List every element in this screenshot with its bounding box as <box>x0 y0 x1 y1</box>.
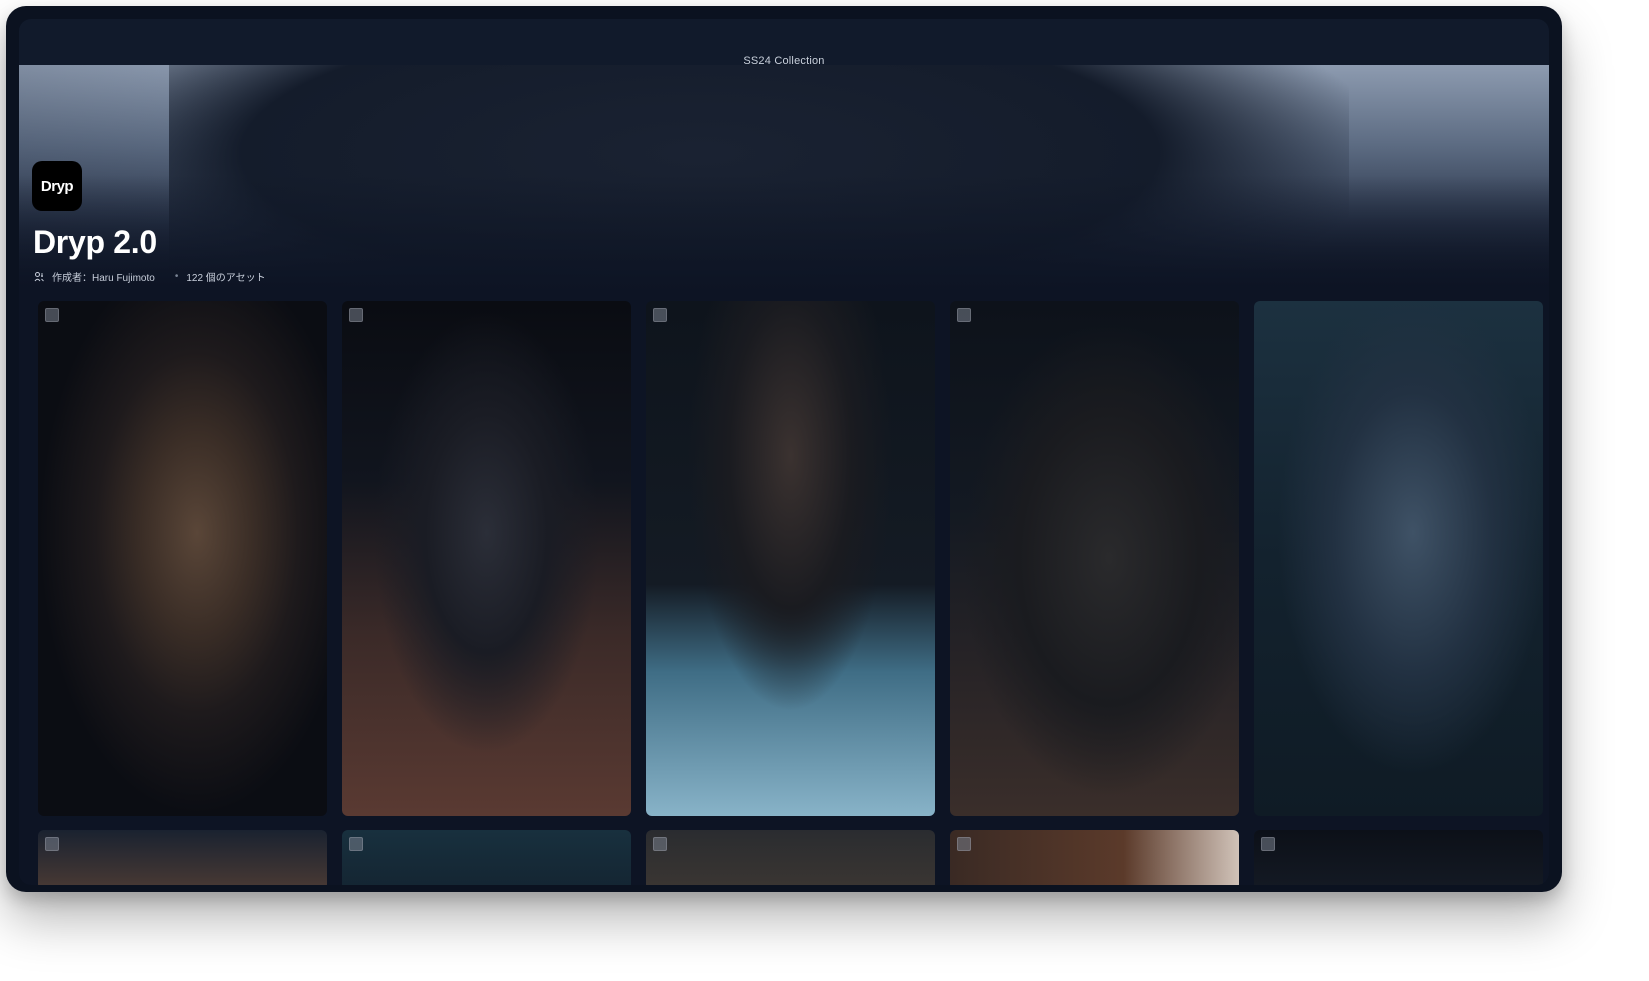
asset-card[interactable] <box>950 830 1239 885</box>
creator-link[interactable]: 作成者：Haru Fujimoto <box>52 269 155 284</box>
asset-card[interactable] <box>1254 830 1543 885</box>
cover-banner <box>19 65 1549 295</box>
logo-wordmark: Dryp <box>40 177 74 195</box>
asset-card[interactable] <box>646 301 935 816</box>
meta-separator: • <box>174 270 179 282</box>
asset-count: 122 個のアセット <box>186 272 266 284</box>
select-checkbox[interactable] <box>653 837 667 851</box>
select-checkbox[interactable] <box>1261 837 1275 851</box>
asset-card[interactable] <box>950 301 1239 816</box>
select-checkbox[interactable] <box>653 308 667 322</box>
device-frame: SS24 Collection Dryp Dryp 2.0 作成者：Haru F… <box>6 6 1562 892</box>
select-checkbox[interactable] <box>45 837 59 851</box>
asset-card[interactable] <box>38 301 327 816</box>
title-bar: SS24 Collection <box>19 19 1549 67</box>
select-checkbox[interactable] <box>349 837 363 851</box>
asset-card[interactable] <box>1254 301 1543 816</box>
select-checkbox[interactable] <box>957 837 971 851</box>
select-checkbox[interactable] <box>957 308 971 322</box>
project-meta: 作成者：Haru Fujimoto • 122 個のアセット <box>34 269 266 284</box>
user-icon <box>34 271 45 282</box>
select-checkbox[interactable] <box>349 308 363 322</box>
asset-card[interactable] <box>342 301 631 816</box>
asset-card[interactable] <box>38 830 327 885</box>
asset-card[interactable] <box>342 830 631 885</box>
page-title: Dryp 2.0 <box>33 224 157 260</box>
app-screen: SS24 Collection Dryp Dryp 2.0 作成者：Haru F… <box>19 19 1549 885</box>
project-logo: Dryp <box>32 161 82 211</box>
select-checkbox[interactable] <box>45 308 59 322</box>
asset-card[interactable] <box>646 830 935 885</box>
